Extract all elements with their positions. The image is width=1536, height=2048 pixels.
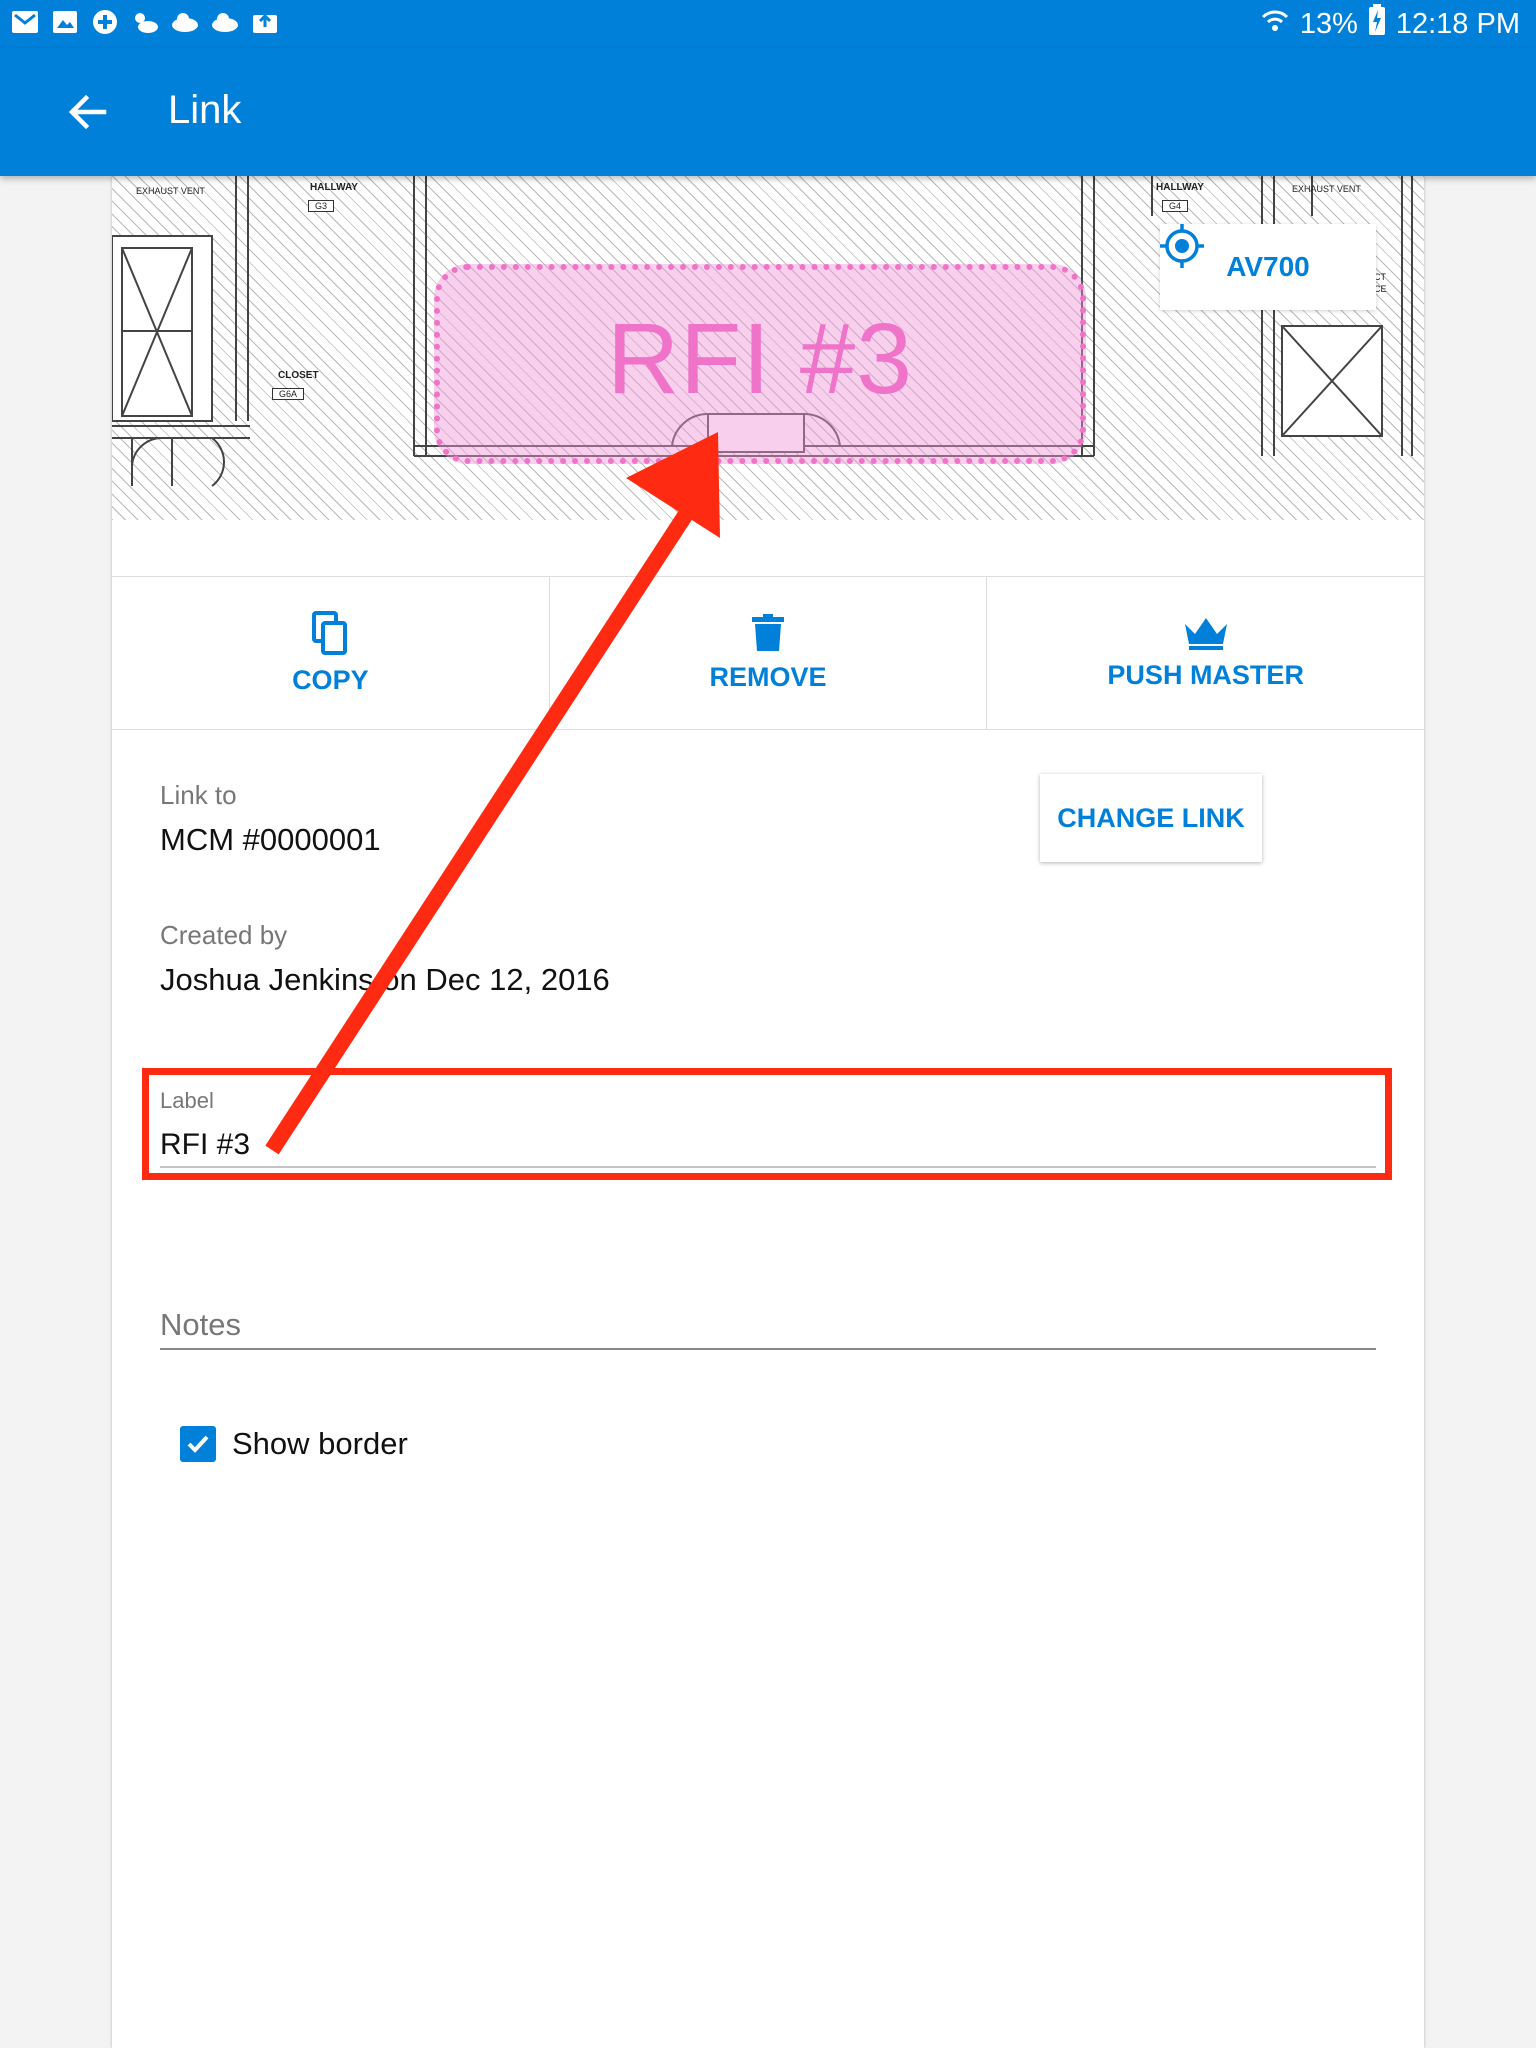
- arrow-back-icon: [68, 94, 107, 130]
- show-border-option[interactable]: Show border: [180, 1426, 408, 1462]
- push-master-label: PUSH MASTER: [1107, 659, 1304, 690]
- sheet-chip[interactable]: AV700: [1160, 224, 1376, 310]
- app-bar: Link: [0, 48, 1536, 176]
- action-bar: COPY REMOVE PUSH MASTER: [112, 576, 1424, 730]
- crown-icon: [1184, 617, 1227, 650]
- plan-label-closet: CLOSET: [278, 370, 319, 381]
- gallery-icon: [50, 8, 80, 36]
- plan-room-tag: G4: [1162, 200, 1189, 212]
- back-button[interactable]: [64, 90, 112, 134]
- notes-input[interactable]: [160, 1302, 1376, 1350]
- link-detail-card: EXHAUST VENT HALLWAY G3 CLOSET G6A HALLW…: [112, 176, 1424, 2048]
- show-border-checkbox[interactable]: [180, 1426, 216, 1462]
- plan-label-exhaust-vent: EXHAUST VENT: [136, 186, 205, 196]
- plan-preview[interactable]: EXHAUST VENT HALLWAY G3 CLOSET G6A HALLW…: [112, 176, 1424, 520]
- notification-icons: [10, 8, 280, 36]
- show-border-label: Show border: [232, 1426, 408, 1461]
- plan-room-tag: G3: [308, 200, 335, 212]
- copy-button[interactable]: COPY: [112, 577, 550, 729]
- remove-button[interactable]: REMOVE: [550, 577, 988, 729]
- mail-icon: [10, 8, 40, 36]
- label-highlight-box: [142, 1068, 1392, 1180]
- status-bar: 13% 12:18 PM: [0, 0, 1536, 48]
- copy-icon: [312, 610, 348, 655]
- link-to-caption: Link to: [160, 780, 237, 810]
- target-icon: [1160, 224, 1204, 268]
- remove-label: REMOVE: [709, 661, 827, 692]
- weather-icon: [130, 8, 160, 36]
- plan-room-tag: G6A: [272, 388, 305, 400]
- status-indicators: 13% 12:18 PM: [1260, 4, 1520, 44]
- battery-level: 13%: [1299, 7, 1358, 40]
- created-by-caption: Created by: [160, 920, 288, 950]
- upload-icon: [250, 8, 280, 36]
- link-to-value: MCM #0000001: [160, 822, 381, 857]
- plan-label-hallway: HALLWAY: [1156, 182, 1204, 193]
- created-by-value: Joshua Jenkins on Dec 12, 2016: [160, 962, 610, 997]
- plus-icon: [90, 8, 120, 36]
- page-title: Link: [168, 88, 242, 132]
- battery-charging-icon: [1368, 4, 1386, 44]
- checkmark-icon: [187, 1435, 209, 1453]
- change-link-button[interactable]: CHANGE LINK: [1040, 774, 1262, 862]
- cloud-icon: [170, 8, 200, 36]
- trash-icon: [752, 613, 784, 651]
- push-master-button[interactable]: PUSH MASTER: [987, 577, 1424, 729]
- plan-label-hallway: HALLWAY: [310, 182, 358, 193]
- cloud-icon: [210, 8, 240, 36]
- sheet-chip-label: AV700: [1226, 251, 1310, 282]
- clock: 12:18 PM: [1395, 7, 1520, 40]
- rfi-markup-label: RFI #3: [606, 303, 914, 415]
- copy-label: COPY: [292, 664, 369, 695]
- wifi-icon: [1260, 5, 1290, 43]
- plan-label-exhaust-vent: EXHAUST VENT: [1292, 184, 1361, 194]
